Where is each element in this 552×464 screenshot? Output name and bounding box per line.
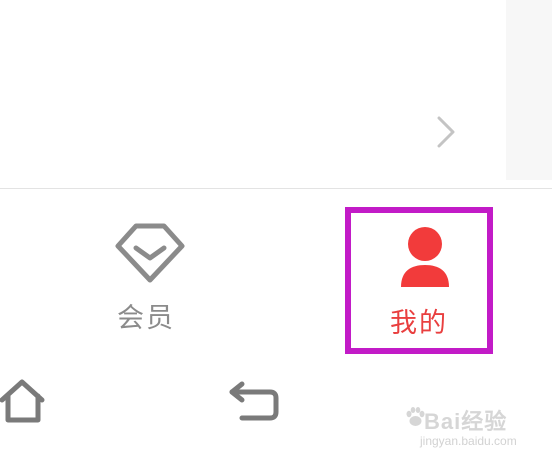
tab-vip-label: 会员 <box>117 303 175 334</box>
tab-mine-label: 我的 <box>390 308 448 339</box>
tab-mine[interactable]: 我的 <box>345 207 493 354</box>
side-strip <box>506 0 552 180</box>
back-icon[interactable] <box>228 378 280 422</box>
tabbar-divider <box>0 188 552 189</box>
watermark-brand: Bai经验 <box>424 409 508 434</box>
content-panel <box>0 0 552 188</box>
chevron-right-icon[interactable] <box>432 114 460 150</box>
baidu-paw-icon <box>406 407 425 426</box>
home-icon[interactable] <box>0 376 46 424</box>
vip-diamond-icon <box>115 223 185 283</box>
user-profile-icon <box>401 227 449 287</box>
baidu-jingyan-watermark: Bai经验 jingyan.baidu.com <box>404 404 524 456</box>
watermark-url: jingyan.baidu.com <box>420 434 517 448</box>
